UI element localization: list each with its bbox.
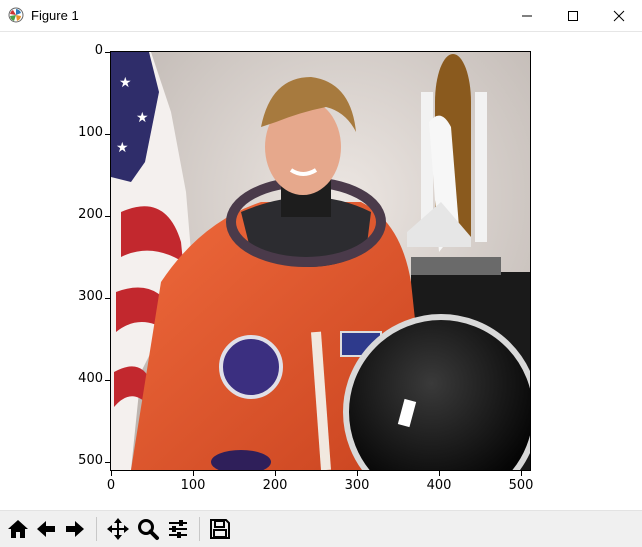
- matplotlib-icon: [8, 7, 24, 23]
- x-tick-mark: [521, 471, 522, 476]
- x-tick-label: 200: [262, 478, 288, 493]
- back-icon: [37, 521, 55, 537]
- y-tick-label: 400: [78, 371, 103, 386]
- y-tick-mark: [105, 380, 110, 381]
- image-axes[interactable]: ★ ★ ★: [110, 51, 531, 471]
- pan-icon: [107, 518, 129, 540]
- figure-canvas[interactable]: ★ ★ ★ 0 100 200 300 400 500 0 100 200 30…: [0, 32, 642, 510]
- zoom-icon: [138, 519, 159, 540]
- x-tick-label: 100: [180, 478, 206, 493]
- minimize-icon: [522, 15, 532, 16]
- y-tick-mark: [105, 216, 110, 217]
- pan-button[interactable]: [104, 515, 132, 543]
- back-button[interactable]: [32, 515, 60, 543]
- x-tick-label: 0: [106, 478, 116, 493]
- close-button[interactable]: [596, 0, 642, 31]
- y-tick-mark: [105, 462, 110, 463]
- y-tick-label: 500: [78, 453, 103, 468]
- x-tick-mark: [357, 471, 358, 476]
- y-tick-mark: [105, 52, 110, 53]
- x-tick-label: 400: [426, 478, 452, 493]
- svg-text:★: ★: [116, 140, 129, 156]
- forward-button[interactable]: [61, 515, 89, 543]
- save-icon: [210, 519, 230, 539]
- zoom-button[interactable]: [134, 515, 162, 543]
- y-tick-label: 100: [78, 125, 103, 140]
- home-button[interactable]: [4, 515, 32, 543]
- configure-subplots-icon: [169, 520, 187, 538]
- maximize-icon: [568, 10, 578, 21]
- save-button[interactable]: [206, 515, 234, 543]
- maximize-button[interactable]: [550, 0, 596, 31]
- title-bar: Figure 1: [0, 0, 642, 32]
- home-icon: [8, 520, 28, 538]
- navigation-toolbar: [0, 510, 642, 547]
- x-tick-mark: [193, 471, 194, 476]
- toolbar-separator: [96, 517, 97, 541]
- astronaut-photo: ★ ★ ★: [111, 52, 530, 470]
- svg-text:★: ★: [119, 75, 132, 91]
- y-tick-label: 200: [78, 207, 103, 222]
- configure-subplots-button[interactable]: [164, 515, 192, 543]
- x-tick-label: 300: [344, 478, 370, 493]
- y-tick-mark: [105, 298, 110, 299]
- y-tick-mark: [105, 134, 110, 135]
- y-tick-label: 0: [94, 43, 103, 58]
- y-tick-label: 300: [78, 289, 103, 304]
- toolbar-separator: [199, 517, 200, 541]
- x-tick-mark: [275, 471, 276, 476]
- x-tick-label: 500: [508, 478, 534, 493]
- close-icon: [613, 10, 625, 21]
- x-tick-mark: [111, 471, 112, 476]
- x-tick-mark: [439, 471, 440, 476]
- forward-icon: [66, 521, 84, 537]
- svg-text:★: ★: [136, 110, 149, 126]
- minimize-button[interactable]: [504, 0, 550, 31]
- window-title: Figure 1: [31, 8, 79, 23]
